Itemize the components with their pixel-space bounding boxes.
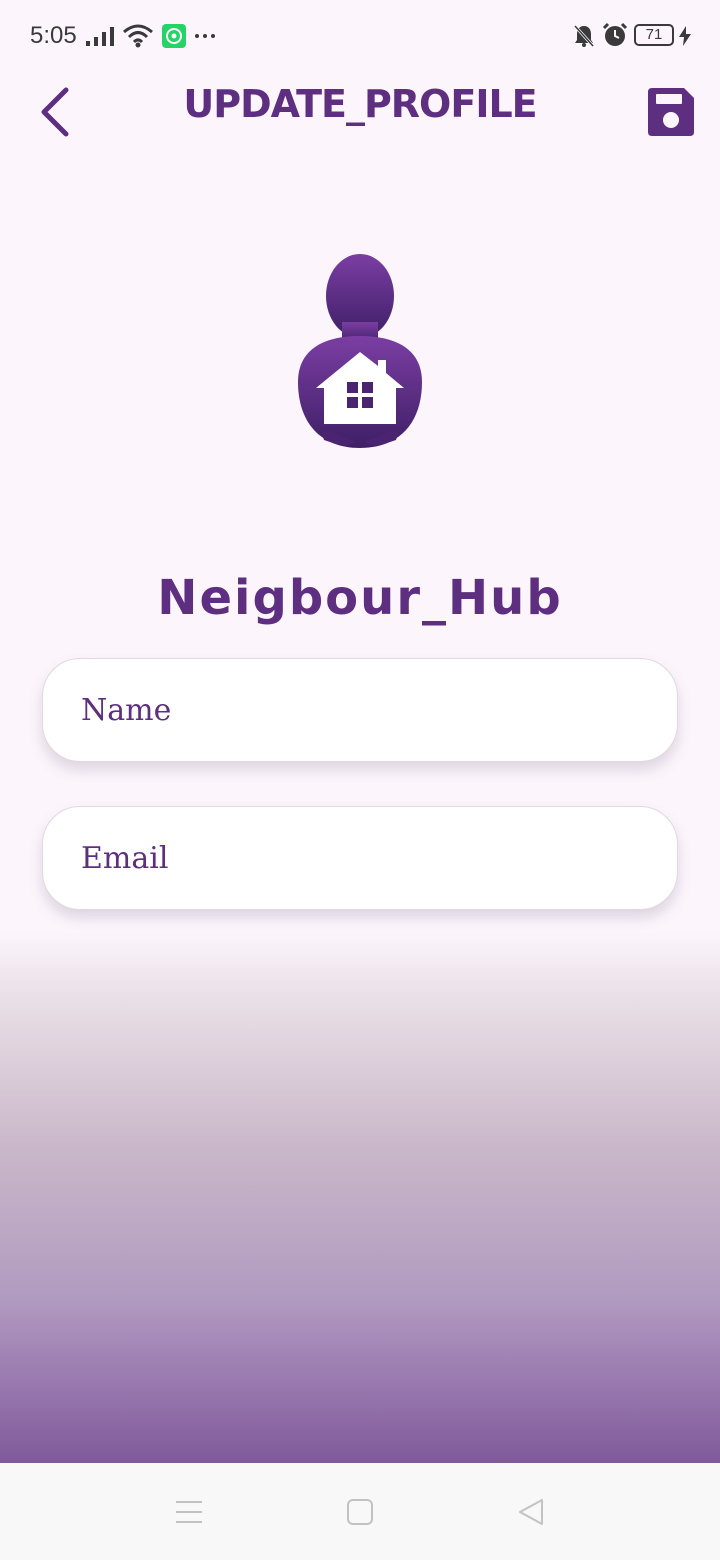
battery-icon: 71 [634, 24, 674, 46]
status-bar: 5:05 71 [0, 0, 720, 72]
status-time: 5:05 [30, 22, 77, 49]
alarm-icon [602, 22, 628, 46]
whatsapp-icon [162, 24, 186, 48]
page-title: UPDATE_PROFILE [183, 82, 537, 126]
app-bar: UPDATE_PROFILE [0, 72, 720, 162]
person-hugging-house-icon [298, 254, 422, 448]
more-dots-icon [195, 34, 215, 38]
email-field-container [42, 806, 678, 910]
mute-bell-icon [573, 24, 595, 48]
name-field-container [42, 658, 678, 762]
wifi-icon [123, 24, 153, 48]
signal-icon [86, 27, 114, 46]
home-square-icon[interactable] [345, 1497, 375, 1527]
email-input[interactable] [81, 807, 641, 909]
name-input[interactable] [81, 659, 641, 761]
charging-icon [679, 26, 691, 46]
system-nav-bar [0, 1463, 720, 1560]
back-triangle-icon[interactable] [516, 1497, 546, 1527]
floppy-disk-icon [648, 88, 694, 136]
battery-level: 71 [645, 26, 663, 43]
brand-name: Neigbour_Hub [157, 570, 563, 626]
menu-icon[interactable] [174, 1497, 204, 1527]
save-button[interactable] [646, 86, 696, 138]
